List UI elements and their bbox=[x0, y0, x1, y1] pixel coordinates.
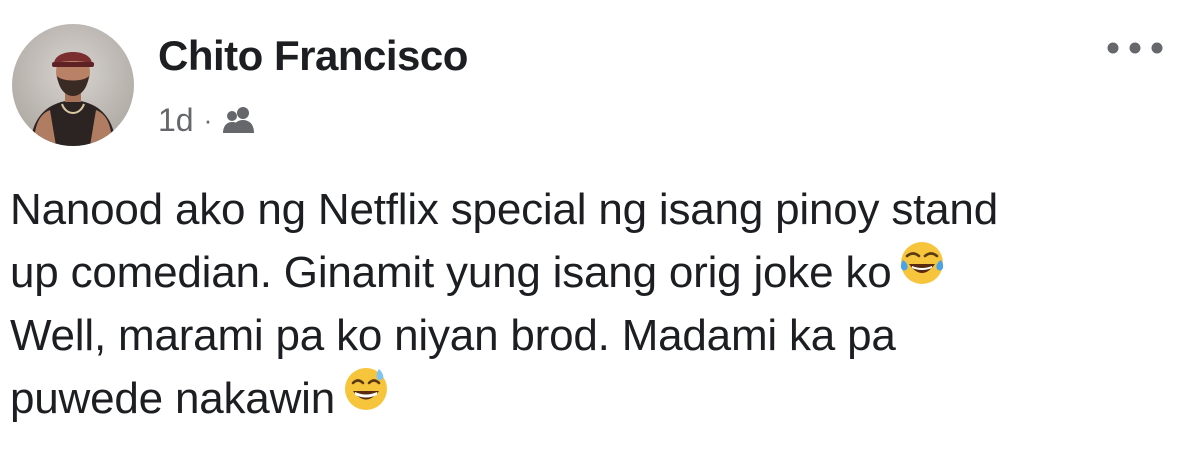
grinning-face-with-sweat-icon bbox=[343, 366, 389, 429]
post-text-line: Nanood ako ng Netflix special ng isang p… bbox=[10, 185, 998, 234]
avatar-photo-icon bbox=[12, 24, 134, 146]
post-text-line: up comedian. Ginamit yung isang orig jok… bbox=[10, 241, 1180, 304]
face-with-tears-of-joy-icon bbox=[899, 240, 945, 303]
post-timestamp[interactable]: 1d bbox=[158, 102, 194, 139]
post-meta: 1d · bbox=[158, 100, 256, 140]
post-text-line: Well, marami pa ko niyan brod. Madami ka… bbox=[10, 311, 896, 360]
author-avatar[interactable] bbox=[12, 24, 134, 146]
post-body: Nanood ako ng Netflix special ng isang p… bbox=[10, 178, 1180, 430]
meta-separator: · bbox=[203, 104, 213, 135]
author-name[interactable]: Chito Francisco bbox=[158, 32, 468, 80]
friends-icon[interactable] bbox=[222, 105, 256, 135]
facebook-post: Chito Francisco 1d · Nanood ako ng Netfl… bbox=[0, 0, 1200, 455]
more-options-button[interactable] bbox=[1100, 28, 1170, 68]
post-text-line: puwede nakawin bbox=[10, 367, 1180, 430]
more-options-icon bbox=[1107, 42, 1163, 54]
